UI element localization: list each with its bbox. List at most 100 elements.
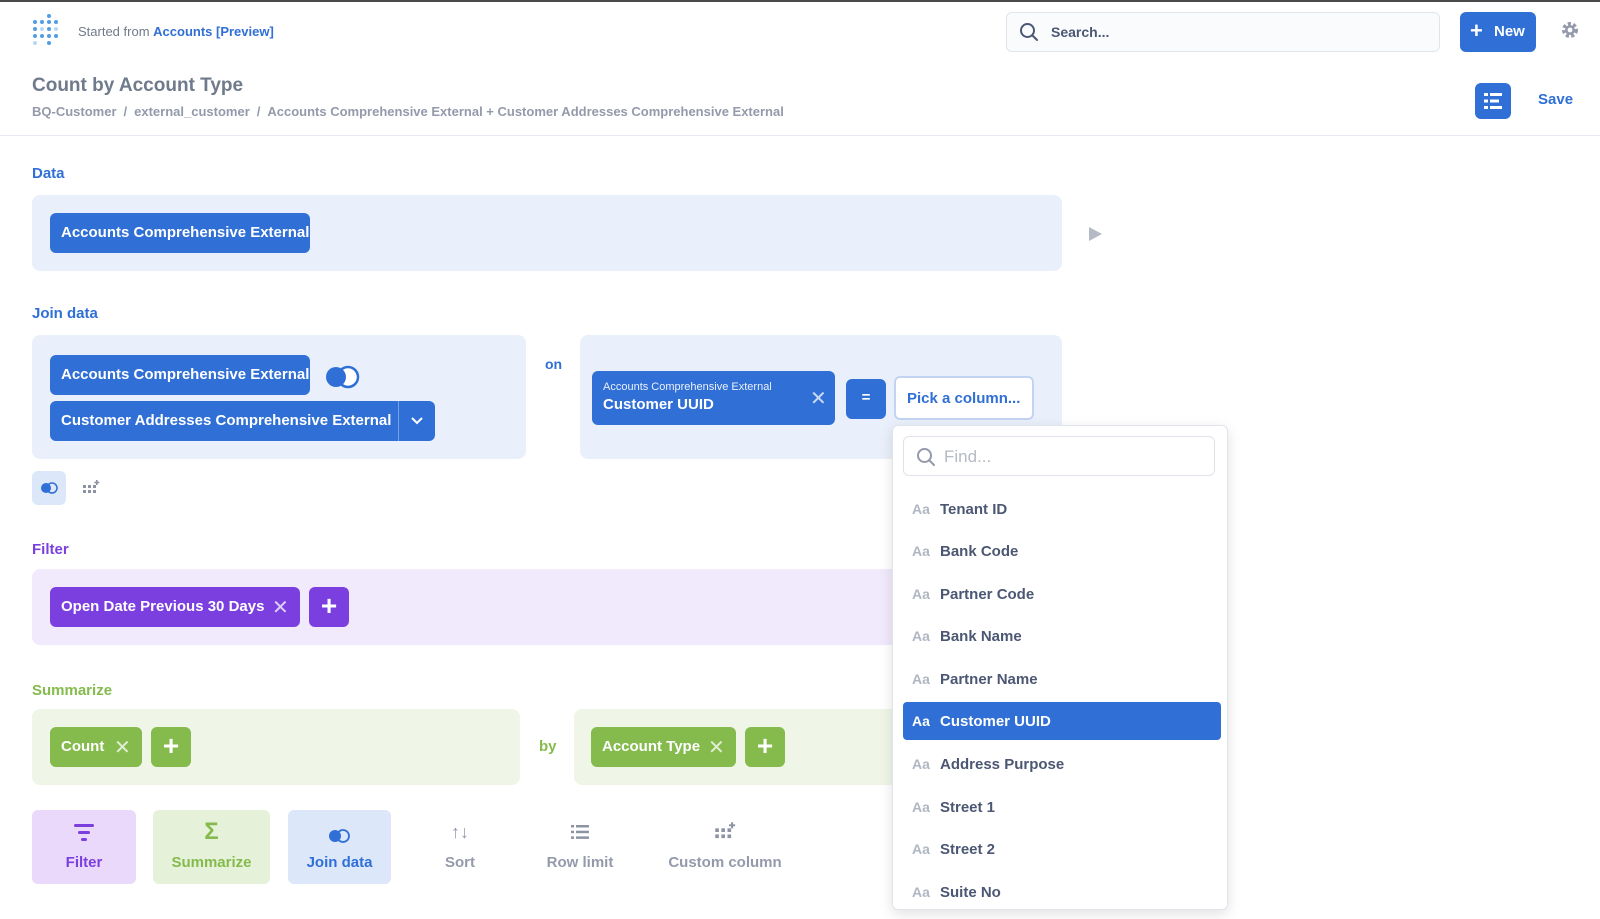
column-option-label: Street 1: [940, 799, 996, 816]
close-icon[interactable]: ✕: [272, 595, 289, 620]
join-type-icon[interactable]: [324, 365, 362, 389]
column-option[interactable]: Aa Partner Name: [903, 660, 1221, 698]
pick-column-button[interactable]: Pick a column...: [894, 376, 1034, 420]
join-left-column-pill[interactable]: Accounts Comprehensive External Customer…: [592, 371, 835, 425]
filter-action-label: Filter: [65, 854, 103, 871]
sort-icon: ↑↓: [451, 822, 469, 842]
find-input[interactable]: [944, 445, 1204, 469]
column-option[interactable]: Aa Suite No: [903, 873, 1221, 911]
join-action-button[interactable]: Join data: [288, 810, 391, 884]
summarize-action-button[interactable]: Σ Summarize: [153, 810, 270, 884]
join-left-table-pill[interactable]: Accounts Comprehensive External: [50, 355, 310, 395]
custom-column-action-button[interactable]: Custom column: [660, 810, 790, 884]
join-right-table-pill[interactable]: Customer Addresses Comprehensive Externa…: [50, 401, 435, 441]
add-groupby-button[interactable]: +: [745, 727, 785, 767]
groupby-label: Account Type: [602, 738, 701, 755]
started-prefix: Started from: [78, 24, 150, 39]
search-bar[interactable]: Search...: [1006, 12, 1440, 52]
text-type-icon: Aa: [912, 884, 930, 900]
join-left-column-table: Accounts Comprehensive External: [603, 381, 772, 393]
join-action-label: Join data: [306, 854, 373, 871]
list-icon: [571, 825, 589, 839]
breadcrumb-schema[interactable]: external_customer: [134, 104, 250, 119]
filter-pill[interactable]: Open Date Previous 30 Days ✕: [50, 587, 300, 627]
data-table-label: Accounts Comprehensive External: [61, 224, 310, 241]
view-sql-button[interactable]: [1475, 83, 1511, 119]
add-metric-button[interactable]: +: [151, 727, 191, 767]
search-placeholder: Search...: [1051, 24, 1110, 40]
breadcrumb-database[interactable]: BQ-Customer: [32, 104, 117, 119]
data-section-label: Data: [32, 165, 65, 182]
text-type-icon: Aa: [912, 841, 930, 857]
filter-icon: [74, 824, 94, 841]
filter-action-button[interactable]: Filter: [32, 810, 136, 884]
summarize-by-label: by: [539, 738, 557, 755]
filter-panel: Open Date Previous 30 Days ✕ +: [32, 569, 912, 645]
new-button[interactable]: + New: [1460, 12, 1536, 52]
find-field[interactable]: [903, 436, 1215, 476]
column-option[interactable]: Aa Street 2: [903, 830, 1221, 868]
sort-action-label: Sort: [445, 854, 475, 871]
custom-expression-icon[interactable]: [82, 480, 100, 496]
column-option-label: Suite No: [940, 884, 1001, 901]
join-left-table-label: Accounts Comprehensive External: [61, 366, 310, 383]
plus-icon: +: [162, 730, 180, 761]
column-option-label: Customer UUID: [940, 713, 1051, 730]
column-option-selected[interactable]: Aa Customer UUID: [903, 702, 1221, 740]
close-icon[interactable]: ✕: [810, 386, 827, 411]
custom-column-action-label: Custom column: [668, 854, 782, 871]
sigma-icon: Σ: [204, 818, 219, 845]
groupby-pill[interactable]: Account Type ✕: [591, 727, 736, 767]
data-table-pill[interactable]: Accounts Comprehensive External: [50, 213, 310, 253]
join-on-label: on: [545, 356, 563, 372]
column-option[interactable]: Aa Partner Code: [903, 575, 1221, 613]
plus-icon: +: [1470, 18, 1483, 43]
column-option-label: Bank Code: [940, 543, 1019, 560]
text-type-icon: Aa: [912, 628, 930, 644]
source-link[interactable]: Accounts [Preview]: [153, 24, 274, 39]
close-icon[interactable]: ✕: [114, 735, 131, 760]
breadcrumb: BQ-Customer / external_customer / Accounts C…: [32, 104, 784, 119]
plus-icon: +: [756, 730, 774, 761]
data-panel: Accounts Comprehensive External: [32, 195, 1062, 271]
filter-section-label: Filter: [32, 541, 69, 558]
column-option[interactable]: Aa Bank Code: [903, 532, 1221, 570]
column-option[interactable]: Aa Tenant ID: [903, 490, 1221, 528]
column-option-label: Address Purpose: [940, 756, 1065, 773]
chevron-down-icon[interactable]: [410, 414, 424, 428]
column-option-label: Partner Name: [940, 671, 1038, 688]
text-type-icon: Aa: [912, 799, 930, 815]
summarize-metrics-panel: Count ✕ +: [32, 709, 520, 785]
column-option[interactable]: Aa Bank Name: [903, 617, 1221, 655]
column-option-label: Street 2: [940, 841, 996, 858]
column-option[interactable]: Aa Address Purpose: [903, 745, 1221, 783]
metabase-logo[interactable]: [32, 14, 62, 48]
play-icon[interactable]: [1087, 226, 1103, 242]
sort-action-button[interactable]: ↑↓ Sort: [410, 810, 510, 884]
join-icon: [41, 482, 58, 494]
close-icon[interactable]: ✕: [708, 735, 725, 760]
gear-icon[interactable]: [1560, 20, 1580, 40]
metric-pill[interactable]: Count ✕: [50, 727, 142, 767]
row-limit-action-button[interactable]: Row limit: [530, 810, 630, 884]
summarize-groupby-panel: Account Type ✕ +: [574, 709, 912, 785]
save-button[interactable]: Save: [1538, 91, 1573, 108]
join-operator-button[interactable]: =: [846, 379, 886, 419]
add-filter-button[interactable]: +: [309, 587, 349, 627]
search-icon: [1020, 23, 1038, 41]
pill-divider: [398, 401, 399, 441]
join-left-column: Customer UUID: [603, 396, 714, 413]
summarize-section-label: Summarize: [32, 682, 113, 699]
join-section-label: Join data: [32, 305, 98, 322]
column-option-label: Tenant ID: [940, 501, 1008, 518]
join-type-toggle[interactable]: [32, 471, 66, 505]
join-operator: =: [861, 389, 871, 406]
summarize-action-label: Summarize: [171, 854, 252, 871]
join-icon: [329, 829, 350, 843]
new-label: New: [1494, 23, 1525, 40]
column-option[interactable]: Aa Street 1: [903, 788, 1221, 826]
breadcrumb-table[interactable]: Accounts Comprehensive External + Custom…: [267, 104, 783, 119]
text-type-icon: Aa: [912, 543, 930, 559]
text-type-icon: Aa: [912, 713, 930, 729]
row-limit-action-label: Row limit: [546, 854, 614, 871]
